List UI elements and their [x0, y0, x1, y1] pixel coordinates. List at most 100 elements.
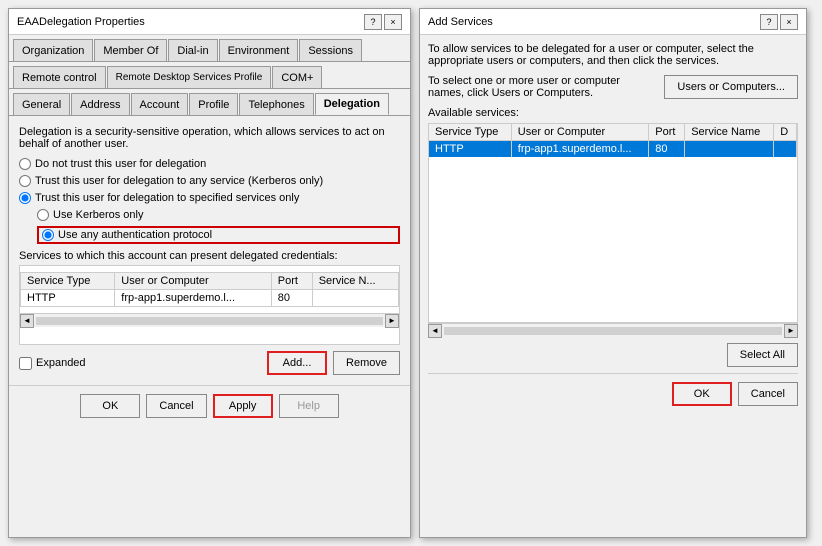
scroll-right-btn[interactable]: ► [385, 314, 399, 328]
left-table-scrollbar[interactable]: ◄ ► [20, 313, 399, 327]
scroll-track [36, 317, 383, 325]
expanded-checkbox[interactable] [19, 357, 32, 370]
radio-kerberos[interactable]: Use Kerberos only [37, 209, 400, 221]
right-scroll-left-btn[interactable]: ◄ [428, 324, 442, 338]
tabs-row-2: Remote control Remote Desktop Services P… [9, 62, 410, 89]
right-cancel-button[interactable]: Cancel [738, 382, 798, 406]
users-computers-row: To select one or more user or computer n… [428, 75, 798, 99]
tab-sessions[interactable]: Sessions [299, 39, 362, 61]
tab-environment[interactable]: Environment [219, 39, 299, 61]
tab-remote-control[interactable]: Remote control [13, 66, 106, 88]
radio-any-auth-label: Use any authentication protocol [58, 229, 212, 241]
add-services-window: Add Services ? × To allow services to be… [419, 8, 807, 538]
help-button[interactable]: Help [279, 394, 339, 418]
radio-specified[interactable]: Trust this user for delegation to specif… [19, 192, 400, 204]
services-table-head: Service Type User or Computer Port Servi… [21, 273, 399, 290]
tab-account[interactable]: Account [131, 93, 189, 115]
right-help-btn[interactable]: ? [760, 14, 778, 30]
select-all-button[interactable]: Select All [727, 343, 798, 367]
row-user-computer: frp-app1.superdemo.l... [115, 290, 271, 307]
radio-specified-label: Trust this user for delegation to specif… [35, 192, 299, 204]
users-computers-button[interactable]: Users or Computers... [664, 75, 798, 99]
left-close-btn[interactable]: × [384, 14, 402, 30]
add-button[interactable]: Add... [267, 351, 327, 375]
apply-button[interactable]: Apply [213, 394, 273, 418]
radio-any-service[interactable]: Trust this user for delegation to any se… [19, 175, 400, 187]
bottom-controls: Expanded Add... Remove [19, 351, 400, 375]
col-user-computer: User or Computer [115, 273, 271, 290]
select-all-row: Select All [428, 343, 798, 367]
intro-text-1: To allow services to be delegated for a … [428, 43, 798, 67]
expanded-checkbox-label[interactable]: Expanded [19, 357, 86, 370]
right-content: To allow services to be delegated for a … [420, 35, 806, 422]
tab-remote-desktop[interactable]: Remote Desktop Services Profile [107, 66, 272, 88]
avail-col-port: Port [649, 124, 685, 141]
avail-row-service-name [685, 141, 774, 158]
left-window-title: EAADelegation Properties [17, 16, 145, 28]
radio-specified-input[interactable] [19, 192, 31, 204]
services-table-body: HTTP frp-app1.superdemo.l... 80 [21, 290, 399, 307]
tab-dial-in[interactable]: Dial-in [168, 39, 217, 61]
avail-col-d: D [774, 124, 797, 141]
services-table-label: Services to which this account can prese… [19, 250, 400, 262]
table-row[interactable]: HTTP frp-app1.superdemo.l... 80 [21, 290, 399, 307]
radio-no-trust-input[interactable] [19, 158, 31, 170]
tab-profile[interactable]: Profile [189, 93, 238, 115]
radio-kerberos-input[interactable] [37, 209, 49, 221]
right-close-btn[interactable]: × [780, 14, 798, 30]
tabs-row-3: General Address Account Profile Telephon… [9, 89, 410, 116]
left-title-controls: ? × [364, 14, 402, 30]
right-title-controls: ? × [760, 14, 798, 30]
radio-any-auth-input[interactable] [42, 229, 54, 241]
radio-any-service-label: Trust this user for delegation to any se… [35, 175, 323, 187]
avail-col-service-type: Service Type [429, 124, 511, 141]
avail-row-service-type: HTTP [429, 141, 511, 158]
right-scroll-track [444, 327, 782, 335]
remove-button[interactable]: Remove [333, 351, 400, 375]
right-footer-buttons: OK Cancel [428, 373, 798, 414]
tab-member-of[interactable]: Member Of [94, 39, 167, 61]
right-title-bar: Add Services ? × [420, 9, 806, 35]
tabs-row-1: Organization Member Of Dial-in Environme… [9, 35, 410, 62]
avail-table-row[interactable]: HTTP frp-app1.superdemo.l... 80 [429, 141, 797, 158]
tab-address[interactable]: Address [71, 93, 129, 115]
row-service-type: HTTP [21, 290, 115, 307]
available-table-body: HTTP frp-app1.superdemo.l... 80 [429, 141, 797, 158]
right-window-title: Add Services [428, 16, 493, 28]
available-table-head: Service Type User or Computer Port Servi… [429, 124, 797, 141]
radio-any-auth-highlight: Use any authentication protocol [37, 226, 400, 244]
avail-row-user-computer: frp-app1.superdemo.l... [511, 141, 648, 158]
col-port: Port [271, 273, 312, 290]
right-scroll-right-btn[interactable]: ► [784, 324, 798, 338]
tab-telephones[interactable]: Telephones [239, 93, 313, 115]
right-table-scrollbar[interactable]: ◄ ► [428, 323, 798, 337]
radio-no-trust[interactable]: Do not trust this user for delegation [19, 158, 400, 170]
available-services-table: Service Type User or Computer Port Servi… [429, 124, 797, 157]
tab-com[interactable]: COM+ [272, 66, 322, 88]
row-port: 80 [271, 290, 312, 307]
intro-text-2: To select one or more user or computer n… [428, 75, 656, 99]
row-service-name [312, 290, 398, 307]
right-ok-button[interactable]: OK [672, 382, 732, 406]
services-table-container: Service Type User or Computer Port Servi… [19, 265, 400, 345]
avail-row-port: 80 [649, 141, 685, 158]
radio-any-auth[interactable]: Use any authentication protocol [42, 229, 212, 241]
cancel-button[interactable]: Cancel [146, 394, 206, 418]
expanded-label: Expanded [36, 357, 86, 369]
tab-organization[interactable]: Organization [13, 39, 93, 61]
avail-row-d [774, 141, 797, 158]
left-title-bar: EAADelegation Properties ? × [9, 9, 410, 35]
available-services-label: Available services: [428, 107, 798, 119]
services-table: Service Type User or Computer Port Servi… [20, 272, 399, 307]
col-service-name: Service N... [312, 273, 398, 290]
tab-delegation[interactable]: Delegation [315, 93, 389, 115]
avail-col-service-name: Service Name [685, 124, 774, 141]
add-remove-buttons: Add... Remove [267, 351, 400, 375]
radio-any-service-input[interactable] [19, 175, 31, 187]
available-services-container: Service Type User or Computer Port Servi… [428, 123, 798, 323]
ok-button[interactable]: OK [80, 394, 140, 418]
col-service-type: Service Type [21, 273, 115, 290]
scroll-left-btn[interactable]: ◄ [20, 314, 34, 328]
left-help-btn[interactable]: ? [364, 14, 382, 30]
tab-general[interactable]: General [13, 93, 70, 115]
